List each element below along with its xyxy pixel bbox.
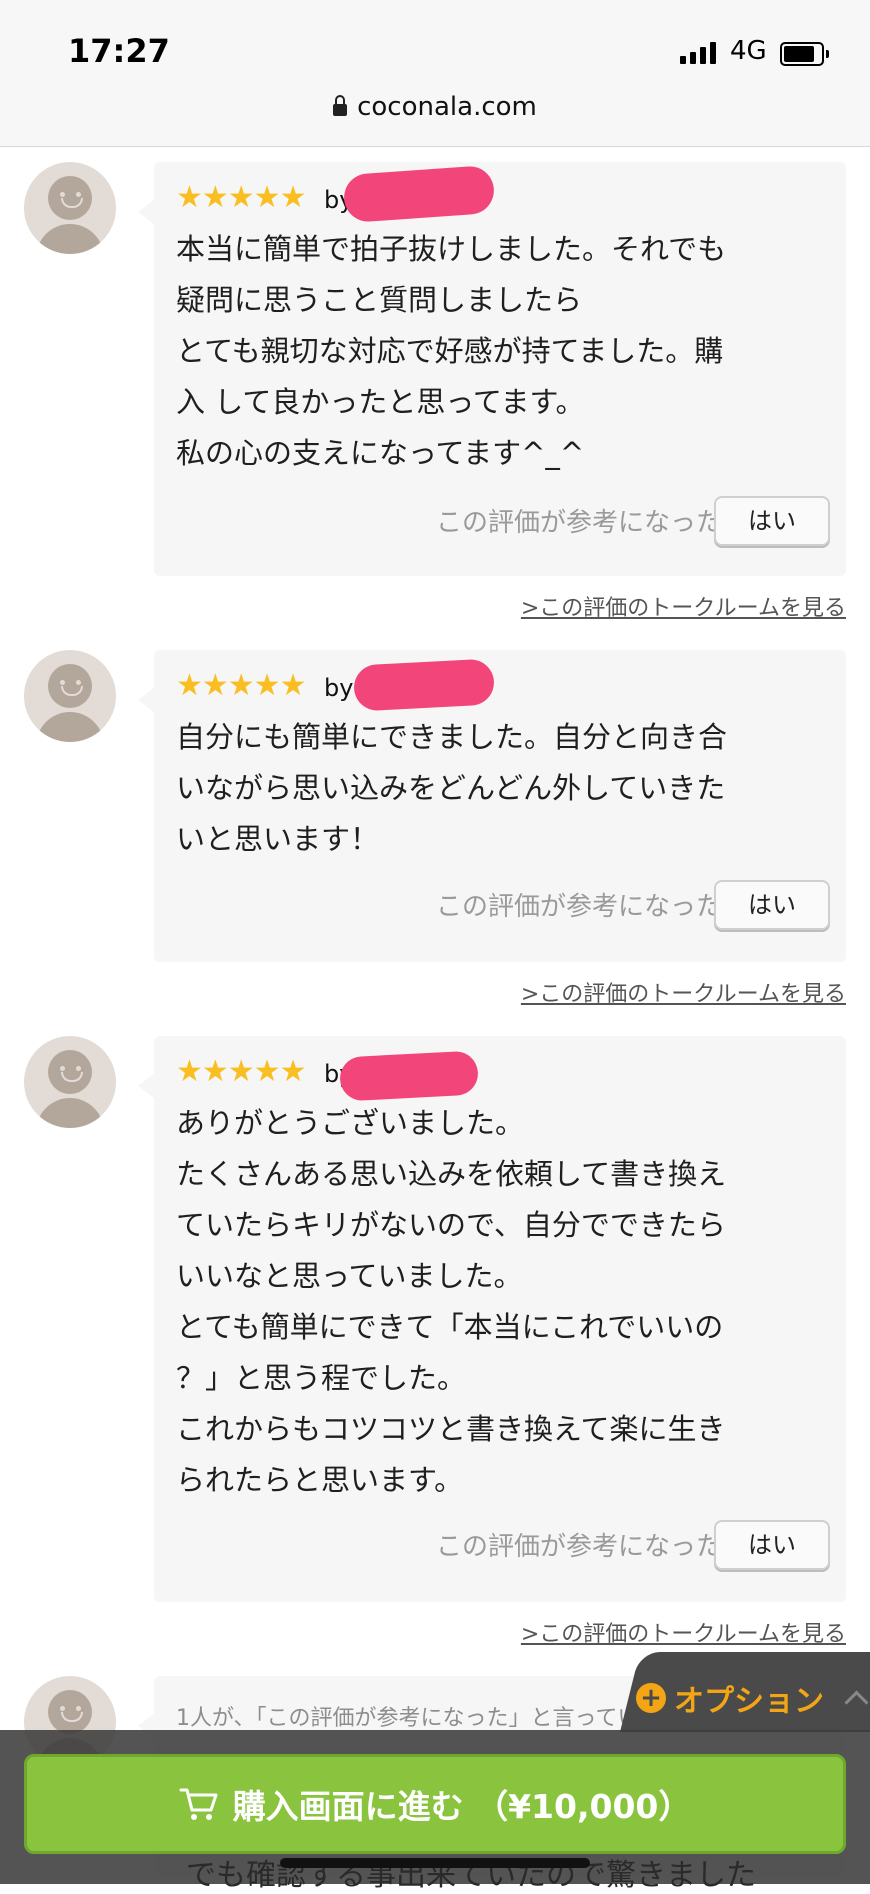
status-time: 17:27 — [68, 32, 170, 70]
review-card: ★★★★★ by ありがとうございました。 たくさんある思い込みを依頼して書き換… — [138, 1036, 846, 1602]
helpful-label: この評価が参考になった — [435, 892, 722, 922]
helpful-yes-button[interactable]: はい — [714, 880, 830, 930]
review-text: 自分にも簡単にできました。自分と向き合 いながら思い込みをどんどん外していきた … — [176, 720, 728, 856]
redaction-mark — [342, 164, 496, 224]
review-card: ★★★★★ by 本当に簡単で拍子抜けしました。それでも 疑問に思うこと質問しま… — [138, 162, 846, 576]
star-rating: ★★★★★ — [176, 180, 306, 215]
plus-circle-icon: + — [636, 1683, 666, 1713]
talkroom-link[interactable]: >この評価のトークルームを見る — [521, 1616, 846, 1648]
redaction-mark — [338, 1050, 480, 1102]
star-rating: ★★★★★ — [176, 668, 306, 703]
network-type: 4G — [730, 36, 767, 66]
review-text: 本当に簡単で拍子抜けしました。それでも 疑問に思うこと質問しましたら とても親切… — [176, 232, 727, 470]
battery-icon — [780, 42, 829, 66]
helpful-label: この評価が参考になった — [435, 1532, 722, 1562]
avatar — [24, 650, 116, 742]
home-indicator[interactable] — [280, 1858, 590, 1868]
cart-icon — [179, 1788, 218, 1820]
url-domain: coconala.com — [357, 92, 537, 122]
talkroom-link[interactable]: >この評価のトークルームを見る — [521, 976, 846, 1008]
review-text: ありがとうございました。 たくさんある思い込みを依頼して書き換え ていたらキリが… — [176, 1106, 727, 1497]
url-bar[interactable]: coconala.com — [0, 92, 870, 122]
reviewer-by: by — [324, 674, 354, 702]
buy-button[interactable]: 購入画面に進む （¥10,000） — [24, 1754, 846, 1854]
star-rating: ★★★★★ — [176, 1054, 306, 1089]
review-item: ★★★★★ by ありがとうございました。 たくさんある思い込みを依頼して書き換… — [0, 1036, 870, 1647]
signal-icon — [680, 40, 716, 64]
lock-icon — [333, 95, 348, 116]
review-item: ★★★★★ by 自分にも簡単にできました。自分と向き合 いながら思い込みをどん… — [0, 650, 870, 1010]
helpful-label: この評価が参考になった — [435, 508, 722, 538]
talkroom-link[interactable]: >この評価のトークルームを見る — [521, 590, 846, 622]
browser-top-bar: 17:27 4G coconala.com — [0, 0, 870, 147]
chevron-up-icon — [844, 1689, 869, 1715]
buy-button-label: 購入画面に進む （¥10,000） — [232, 1787, 692, 1826]
option-label: オプション — [674, 1684, 824, 1719]
helpful-yes-button[interactable]: はい — [714, 496, 830, 546]
avatar — [24, 1036, 116, 1128]
review-card: ★★★★★ by 自分にも簡単にできました。自分と向き合 いながら思い込みをどん… — [138, 650, 846, 962]
helpful-yes-button[interactable]: はい — [714, 1520, 830, 1570]
redaction-mark — [352, 658, 496, 712]
review-peek-text: でも確認する事出来ていたので驚きました — [186, 1858, 756, 1893]
option-tab[interactable]: + オプション — [636, 1676, 869, 1720]
review-item: ★★★★★ by 本当に簡単で拍子抜けしました。それでも 疑問に思うこと質問しま… — [0, 162, 870, 622]
avatar — [24, 162, 116, 254]
